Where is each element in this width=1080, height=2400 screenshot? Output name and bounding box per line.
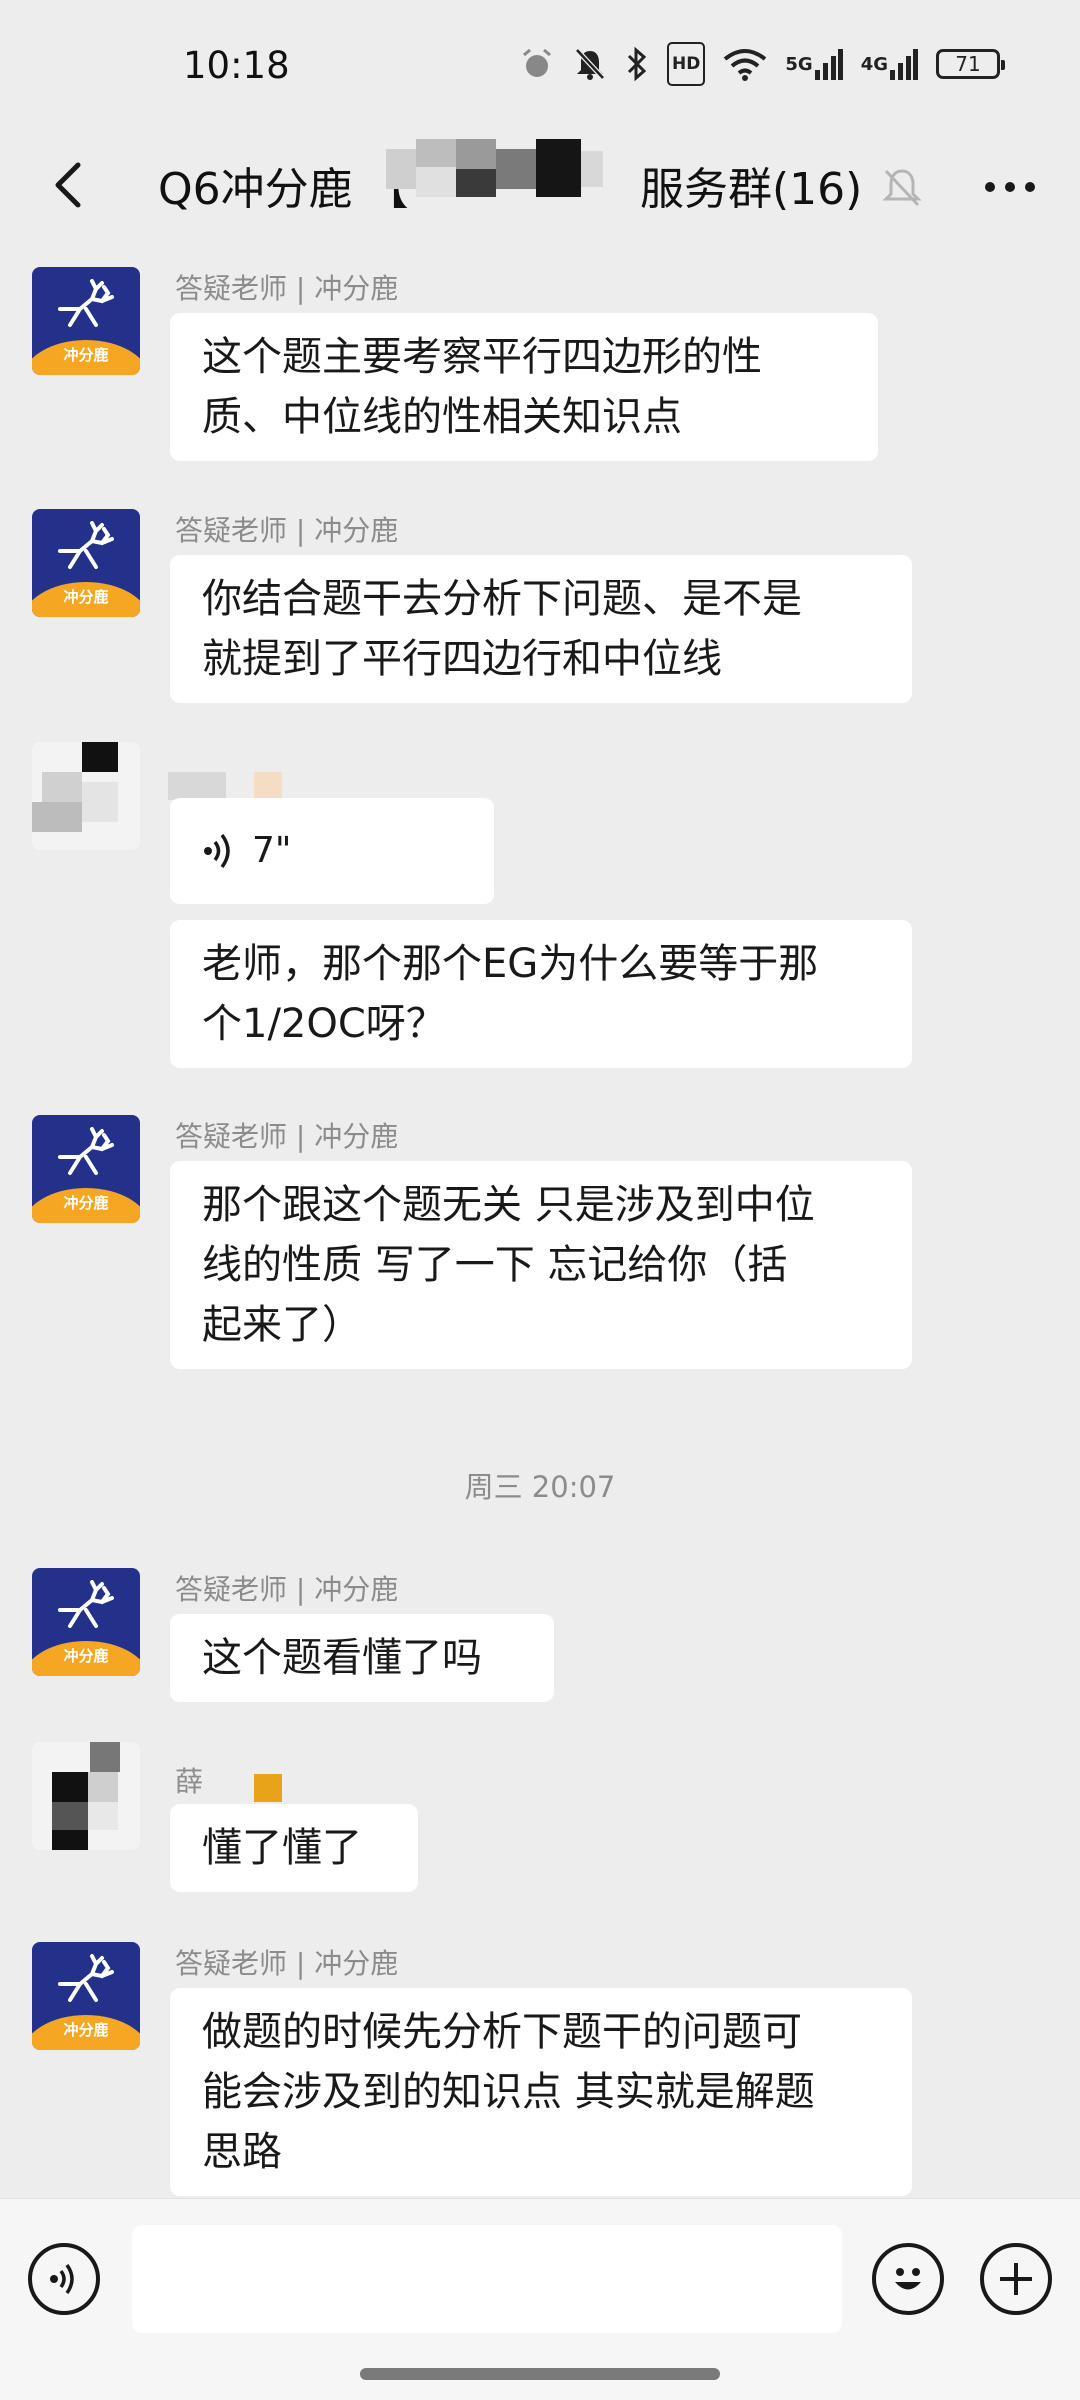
deer-logo-icon [58,521,114,569]
sender-name: 答疑老师 | 冲分鹿 [175,1947,399,1980]
message-line: 这个题看懂了吗 [202,1635,482,1681]
plus-icon [1000,2263,1032,2295]
status-bar: 10:18 HD 5G 4G 71 [0,0,1080,135]
mute-notification-icon [573,44,607,84]
message-line: 那个跟这个题无关 只是涉及到中位 [202,1182,815,1228]
message-bubble[interactable]: 懂了懂了 [170,1804,418,1892]
chat-title: Q6冲分鹿【 [158,153,409,217]
message-bubble[interactable]: 老师，那个那个EG为什么要等于那 个1/2OC呀？ [170,920,912,1068]
message-bubble[interactable]: 做题的时候先分析下题干的问题可 能会涉及到的知识点 其实就是解题 思路 [170,1988,912,2196]
back-arrow-icon[interactable] [40,155,100,215]
message-line: 能会涉及到的知识点 其实就是解题 [202,2069,815,2115]
avatar-brand-text: 冲分鹿 [63,1194,109,1212]
voice-duration: 7" [252,830,292,871]
chat-title-suffix: 服务群(16) [640,164,863,215]
deer-logo-icon [58,1954,114,2002]
battery-icon: 71 [936,49,1005,79]
hd-badge: HD [667,42,706,86]
net-5g-label: 5G [785,53,813,75]
message-line: 思路 [202,2129,282,2175]
net-4g-label: 4G [860,53,888,75]
home-indicator[interactable] [360,2368,720,2380]
voice-input-button[interactable] [28,2243,100,2315]
message-bubble[interactable]: 那个跟这个题无关 只是涉及到中位 线的性质 写了一下 忘记给你（括 起来了） [170,1161,912,1369]
avatar-brand-text: 冲分鹿 [63,346,109,364]
avatar-brand-text: 冲分鹿 [63,588,109,606]
message-line: 起来了） [202,1302,362,1348]
avatar-brand-text: 冲分鹿 [63,2021,109,2039]
message-line: 做题的时候先分析下题干的问题可 [202,2009,802,2055]
message-bubble[interactable]: 你结合题干去分析下问题、是不是 就提到了平行四边行和中位线 [170,555,912,703]
group-muted-bell-icon [882,169,922,207]
message-line: 就提到了平行四边行和中位线 [202,636,722,682]
redacted-name-block [168,772,226,800]
student-avatar[interactable] [32,742,140,850]
emoji-button[interactable] [872,2243,944,2315]
student-avatar[interactable] [32,1742,140,1850]
status-icons: HD 5G 4G 71 [519,42,1005,86]
teacher-avatar[interactable]: 冲分鹿 [32,1568,140,1676]
wifi-icon [723,44,767,84]
teacher-avatar[interactable]: 冲分鹿 [32,509,140,617]
deer-logo-icon [58,1580,114,1628]
message-line: 老师，那个那个EG为什么要等于那 [202,941,819,987]
signal-4g-icon: 4G [861,44,918,84]
redacted-title-pixelation [386,139,620,197]
teacher-avatar[interactable]: 冲分鹿 [32,1115,140,1223]
chat-header: Q6冲分鹿【 服务群(16) [0,135,1080,235]
sender-name: 薛 [175,1765,204,1798]
bluetooth-icon [625,44,649,84]
redacted-name-block [254,772,282,800]
avatar-brand-text: 冲分鹿 [63,1647,109,1665]
chat-timestamp: 周三 20:07 [464,1470,616,1504]
message-line: 质、中位线的性相关知识点 [202,394,682,440]
more-dots-icon[interactable] [980,165,1040,209]
voice-icon [50,2263,74,2295]
redacted-name-block [254,1774,282,1802]
sender-name: 答疑老师 | 冲分鹿 [175,272,399,305]
sender-name: 答疑老师 | 冲分鹿 [175,1573,399,1606]
chat-screen: 10:18 HD 5G 4G 71 Q6冲分鹿 【 服务群(16) 冲分鹿 答疑… [0,0,1080,2400]
sender-name: 答疑老师 | 冲分鹿 [175,1120,399,1153]
message-bubble[interactable]: 这个题看懂了吗 [170,1614,554,1702]
signal-5g-icon: 5G [785,44,843,84]
emoji-icon [895,2268,921,2290]
message-line: 个1/2OC呀？ [202,1001,446,1047]
status-time: 10:18 [183,44,290,87]
deer-logo-icon [58,279,114,327]
alarm-icon [519,44,555,84]
teacher-avatar[interactable]: 冲分鹿 [32,267,140,375]
voice-message-bubble[interactable]: 7" [170,798,494,904]
chat-title-prefix: Q6冲分鹿 [158,164,353,215]
plus-button[interactable] [980,2243,1052,2315]
voice-wave-icon [204,833,230,869]
message-line: 懂了懂了 [202,1825,362,1871]
message-text-input[interactable] [132,2225,842,2333]
sender-name: 答疑老师 | 冲分鹿 [175,514,399,547]
message-bubble[interactable]: 这个题主要考察平行四边形的性 质、中位线的性相关知识点 [170,313,878,461]
message-line: 这个题主要考察平行四边形的性 [202,334,762,380]
deer-logo-icon [58,1127,114,1175]
teacher-avatar[interactable]: 冲分鹿 [32,1942,140,2050]
message-line: 你结合题干去分析下问题、是不是 [202,576,802,622]
message-line: 线的性质 写了一下 忘记给你（括 [202,1242,788,1288]
